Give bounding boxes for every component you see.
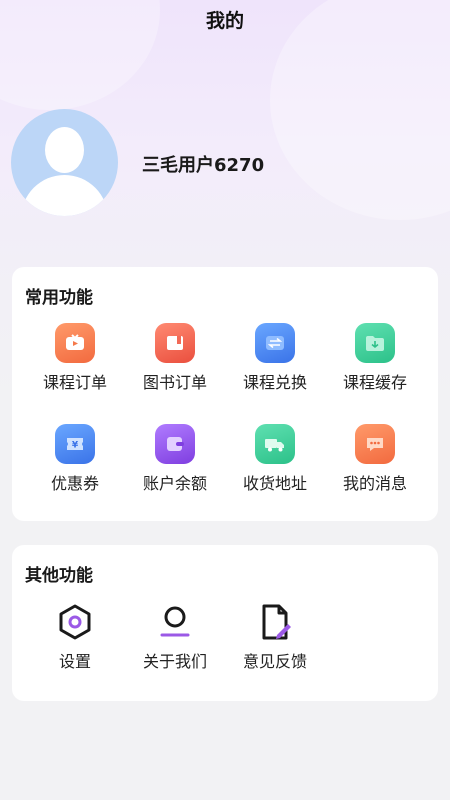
truck-icon: [255, 424, 295, 464]
account-balance-label: 账户余额: [142, 474, 207, 493]
shipping-address-label: 收货地址: [242, 474, 307, 493]
feedback-icon: [262, 604, 291, 640]
about-us-item[interactable]: 关于我们: [125, 602, 225, 672]
shipping-address-item[interactable]: 收货地址: [225, 424, 325, 494]
other-functions-title: 其他功能: [25, 566, 93, 586]
avatar-head: [45, 127, 84, 173]
svg-text:¥: ¥: [72, 441, 79, 451]
course-exchange-item[interactable]: 课程兑换: [225, 323, 325, 393]
course-exchange-label: 课程兑换: [242, 373, 307, 392]
course-cache-icon: [355, 323, 395, 363]
course-exchange-icon: [255, 323, 295, 363]
book-order-label: 图书订单: [142, 373, 207, 392]
coupon-label: 优惠券: [50, 474, 99, 493]
book-order-icon: [155, 323, 195, 363]
course-cache-item[interactable]: 课程缓存: [325, 323, 425, 393]
my-messages-label: 我的消息: [342, 474, 407, 493]
common-functions-card: 常用功能 课程订单 图书订单 课程兑换 课程缓存 ¥ 优惠券 账户余额 收货地址…: [12, 267, 438, 521]
username[interactable]: 三毛用户6270: [142, 151, 264, 177]
avatar[interactable]: [11, 109, 118, 216]
account-balance-item[interactable]: 账户余额: [125, 424, 225, 494]
settings-label: 设置: [58, 652, 91, 671]
wallet-icon: [155, 424, 195, 464]
settings-icon: [59, 604, 91, 640]
avatar-shoulders: [21, 175, 108, 216]
my-messages-item[interactable]: 我的消息: [325, 424, 425, 494]
message-icon: [355, 424, 395, 464]
feedback-item[interactable]: 意见反馈: [225, 602, 325, 672]
course-cache-label: 课程缓存: [342, 373, 407, 392]
coupon-icon: ¥: [55, 424, 95, 464]
feedback-label: 意见反馈: [242, 652, 307, 671]
course-order-icon: [55, 323, 95, 363]
course-order-item[interactable]: 课程订单: [25, 323, 125, 393]
about-us-label: 关于我们: [142, 652, 207, 671]
coupon-item[interactable]: ¥ 优惠券: [25, 424, 125, 494]
other-functions-card: 其他功能 设置 关于我们 意见反馈: [12, 545, 438, 701]
settings-item[interactable]: 设置: [25, 602, 125, 672]
decorative-bubble: [270, 0, 450, 220]
common-functions-title: 常用功能: [25, 288, 93, 308]
book-order-item[interactable]: 图书订单: [125, 323, 225, 393]
course-order-label: 课程订单: [42, 373, 107, 392]
page-title: 我的: [205, 10, 244, 32]
about-us-icon: [160, 606, 190, 637]
